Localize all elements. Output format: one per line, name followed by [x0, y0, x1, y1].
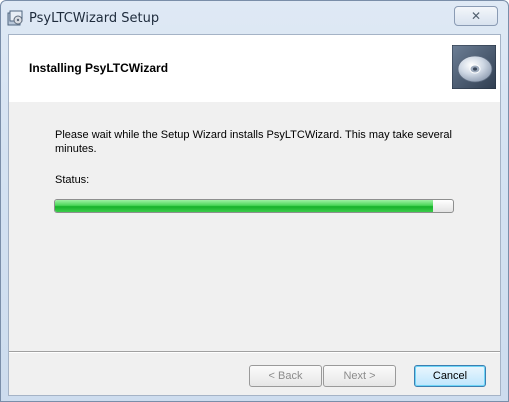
installer-app-icon [7, 10, 23, 26]
status-label: Status: [55, 174, 90, 186]
window-title: PsyLTCWizard Setup [29, 11, 160, 26]
header-banner: Installing PsyLTCWizard [9, 35, 500, 102]
title-bar[interactable]: PsyLTCWizard Setup ✕ [1, 1, 508, 34]
cd-disc-icon [452, 45, 496, 89]
progress-fill [55, 200, 434, 212]
close-icon: ✕ [470, 9, 482, 23]
page-title: Installing PsyLTCWizard [29, 61, 169, 75]
install-progress-bar [54, 199, 454, 213]
cancel-button[interactable]: Cancel [414, 365, 486, 387]
back-button[interactable]: < Back [249, 365, 322, 387]
install-description: Please wait while the Setup Wizard insta… [55, 129, 452, 155]
wizard-client-area: Installing PsyLTCWizard Please wait whil… [8, 34, 501, 396]
close-button[interactable]: ✕ [454, 6, 498, 26]
setup-window: PsyLTCWizard Setup ✕ Installing PsyLTCWi… [0, 0, 509, 402]
next-button[interactable]: Next > [323, 365, 396, 387]
footer-separator [9, 351, 500, 353]
banner-divider [9, 101, 500, 102]
